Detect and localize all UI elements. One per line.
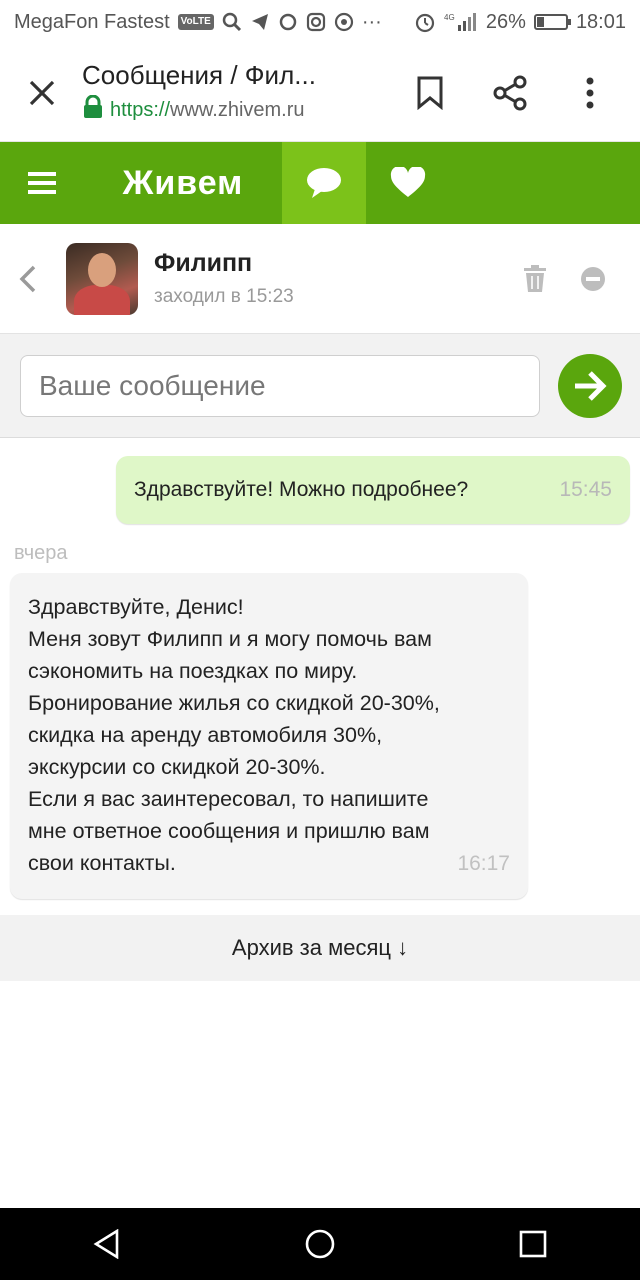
block-icon <box>581 266 605 291</box>
lock-icon <box>82 94 104 125</box>
message-text: Здравствуйте! Можно подробнее? <box>134 478 469 501</box>
browser-toolbar: Сообщения / Фил... https://www.zhivem.ru <box>0 44 640 142</box>
send-button[interactable] <box>558 353 622 418</box>
archive-link[interactable]: Архив за месяц ↓ <box>0 915 640 981</box>
close-icon <box>29 80 55 105</box>
signal-icon: 4G <box>444 11 478 33</box>
more-vert-icon <box>586 77 594 108</box>
back-button[interactable] <box>18 264 66 294</box>
square-recents-icon <box>520 1230 547 1258</box>
site-header: Живем <box>0 142 640 224</box>
chrome-icon <box>334 12 354 32</box>
outgoing-message: Здравствуйте! Можно подробнее? 15:45 <box>116 456 630 524</box>
message-line: экскурсии со скидкой 20-30%. <box>28 755 326 779</box>
message-list: Здравствуйте! Можно подробнее? 15:45 вче… <box>0 438 640 899</box>
carrier-name: MegaFon Fastest <box>14 10 170 33</box>
message-time: 15:45 <box>559 478 612 501</box>
message-line: скидка на аренду автомобиля 30%, <box>28 723 383 747</box>
tab-favorites[interactable] <box>366 142 450 224</box>
telegram-icon <box>250 12 270 32</box>
battery-percent: 26% <box>485 10 526 33</box>
nav-back-button[interactable] <box>77 1214 137 1274</box>
page-title: Сообщения / Фил... <box>82 60 316 90</box>
url-scheme: https:// <box>110 98 171 121</box>
nav-home-button[interactable] <box>290 1214 350 1274</box>
system-nav-bar <box>0 1208 640 1280</box>
hamburger-icon <box>28 172 56 194</box>
instagram-icon <box>306 12 326 32</box>
status-bar: MegaFon Fastest VoLTE ··· 4G 26% 18:01 <box>0 0 640 44</box>
message-line: мне ответное сообщения и пришлю вам <box>28 819 430 843</box>
message-line: свои контакты. <box>28 851 176 875</box>
message-line: Если я вас заинтересовал, то напишите <box>28 787 429 811</box>
battery-level-fill <box>536 17 544 27</box>
menu-button[interactable] <box>0 142 84 224</box>
message-time: 16:17 <box>457 852 510 875</box>
triangle-back-icon <box>93 1229 118 1259</box>
close-tab-button[interactable] <box>10 61 74 125</box>
more-notifications-icon: ··· <box>361 10 382 33</box>
chevron-left-icon <box>19 265 36 292</box>
chat-bubble-icon <box>307 168 341 198</box>
message-line: Бронирование жилья со скидкой 20-30%, <box>28 691 440 715</box>
arrow-right-icon <box>575 370 607 401</box>
message-line: Меня зовут Филипп и я могу помочь вам <box>28 627 432 651</box>
search-icon <box>222 12 242 32</box>
sync-icon <box>278 12 298 32</box>
block-user-button[interactable] <box>564 266 622 292</box>
message-composer: Ваше сообщение <box>0 334 640 438</box>
last-seen: заходил в 15:23 <box>154 286 294 307</box>
delete-conversation-button[interactable] <box>506 264 564 293</box>
network-type-label: 4G <box>444 13 455 22</box>
site-logo[interactable]: Живем <box>84 142 282 224</box>
message-input[interactable]: Ваше сообщение <box>20 354 540 417</box>
url-host: www.zhivem.ru <box>170 98 305 121</box>
incoming-message: Здравствуйте, Денис! Меня зовут Филипп и… <box>10 573 528 899</box>
message-line: Здравствуйте, Денис! <box>28 595 244 619</box>
bookmark-button[interactable] <box>390 61 470 125</box>
share-icon <box>493 75 527 110</box>
url-line: https://www.zhivem.ru <box>82 94 390 125</box>
day-separator: вчера <box>14 542 68 564</box>
trash-icon <box>524 264 546 292</box>
contact-name: Филипп <box>154 249 253 277</box>
nav-recents-button[interactable] <box>503 1214 563 1274</box>
message-line: сэкономить на поездках по миру. <box>28 659 358 683</box>
heart-icon <box>390 167 426 197</box>
address-area[interactable]: Сообщения / Фил... https://www.zhivem.ru <box>74 60 390 125</box>
alarm-icon <box>414 11 436 33</box>
battery-icon <box>533 14 571 30</box>
tab-messages[interactable] <box>282 142 366 224</box>
circle-home-icon <box>305 1229 335 1259</box>
volte-icon: VoLTE <box>177 14 214 30</box>
bookmark-icon <box>417 76 443 110</box>
share-button[interactable] <box>470 61 550 125</box>
browser-menu-button[interactable] <box>550 61 630 125</box>
clock: 18:01 <box>575 10 626 33</box>
contact-info[interactable]: Филипп заходил в 15:23 <box>138 249 506 308</box>
avatar[interactable] <box>66 242 138 315</box>
conversation-header: Филипп заходил в 15:23 <box>0 224 640 334</box>
